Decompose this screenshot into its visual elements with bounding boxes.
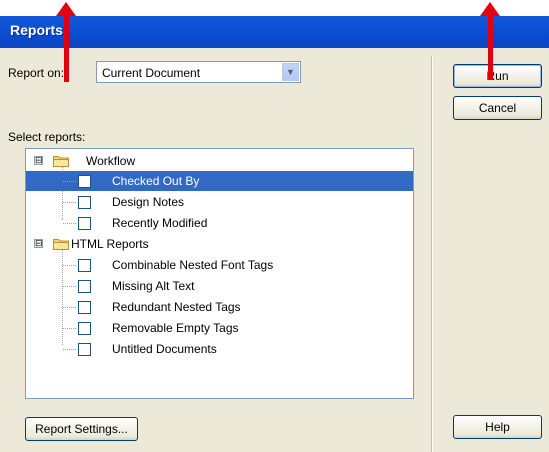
tree-group-label: HTML Reports [71,237,149,251]
select-reports-label: Select reports: [8,130,86,144]
tree-item-missing-alt-text[interactable]: Missing Alt Text [26,276,413,296]
reports-dialog: Reports Report on: Current Document ▼ Ru… [0,0,549,452]
report-on-select[interactable]: Current Document ▼ [96,61,301,83]
tree-connector [63,181,76,182]
checkbox[interactable] [78,280,91,293]
tree-item-untitled-documents[interactable]: Untitled Documents [26,339,413,359]
window-title: Reports [10,22,63,38]
tree-item-label: Redundant Nested Tags [112,300,241,314]
tree-item-label: Missing Alt Text [112,279,195,293]
tree-item-design-notes[interactable]: Design Notes [26,192,413,212]
tree-connector [63,328,76,329]
checkbox[interactable] [78,301,91,314]
checkbox[interactable] [78,196,91,209]
tree-connector [63,223,76,224]
tree-item-label: Recently Modified [112,216,208,230]
tree-item-label: Untitled Documents [112,342,217,356]
help-button-label: Help [485,420,510,434]
tree-item-label: Checked Out By [112,174,200,188]
tree-connector [63,307,76,308]
title-bar: Reports [0,0,549,48]
tree-item-combinable-nested-font-tags[interactable]: Combinable Nested Font Tags [26,255,413,275]
collapse-icon[interactable]: ⊟ [34,239,43,248]
report-on-label: Report on: [8,66,65,80]
annotation-arrow [64,15,69,82]
tree-item-label: Combinable Nested Font Tags [112,258,274,272]
checkbox[interactable] [78,343,91,356]
tree-item-redundant-nested-tags[interactable]: Redundant Nested Tags [26,297,413,317]
help-button[interactable]: Help [453,415,542,439]
reports-tree[interactable]: ⊟ Workflow Checked Out By Design Notes R… [25,148,414,399]
report-settings-label: Report Settings... [35,422,128,436]
tree-item-label: Design Notes [112,195,185,209]
tree-connector [63,265,76,266]
tree-group-html-reports[interactable]: ⊟ HTML Reports [26,234,413,254]
tree-item-checked-out-by[interactable]: Checked Out By [26,171,413,191]
checkbox[interactable] [78,259,91,272]
checkbox[interactable] [78,217,91,230]
tree-connector [63,286,76,287]
report-settings-button[interactable]: Report Settings... [25,417,138,441]
folder-icon [53,156,69,167]
annotation-arrow-head [480,2,500,16]
folder-icon [53,239,69,250]
vertical-separator [431,56,432,452]
cancel-button-label: Cancel [478,101,517,115]
cancel-button[interactable]: Cancel [453,96,542,120]
tree-group-workflow[interactable]: ⊟ Workflow [26,151,413,171]
tree-connector [63,202,76,203]
checkbox[interactable] [78,175,91,188]
annotation-arrow-head [56,2,76,16]
collapse-icon[interactable]: ⊟ [34,156,43,165]
tree-item-removable-empty-tags[interactable]: Removable Empty Tags [26,318,413,338]
annotation-arrow [488,15,493,80]
report-on-value: Current Document [102,66,201,80]
tree-item-recently-modified[interactable]: Recently Modified [26,213,413,233]
chevron-down-icon[interactable]: ▼ [282,63,299,81]
tree-connector [63,349,76,350]
title-bar-crop [0,0,549,16]
tree-item-label: Removable Empty Tags [112,321,239,335]
run-button[interactable]: Run [453,64,542,88]
checkbox[interactable] [78,322,91,335]
tree-group-label: Workflow [86,154,136,168]
